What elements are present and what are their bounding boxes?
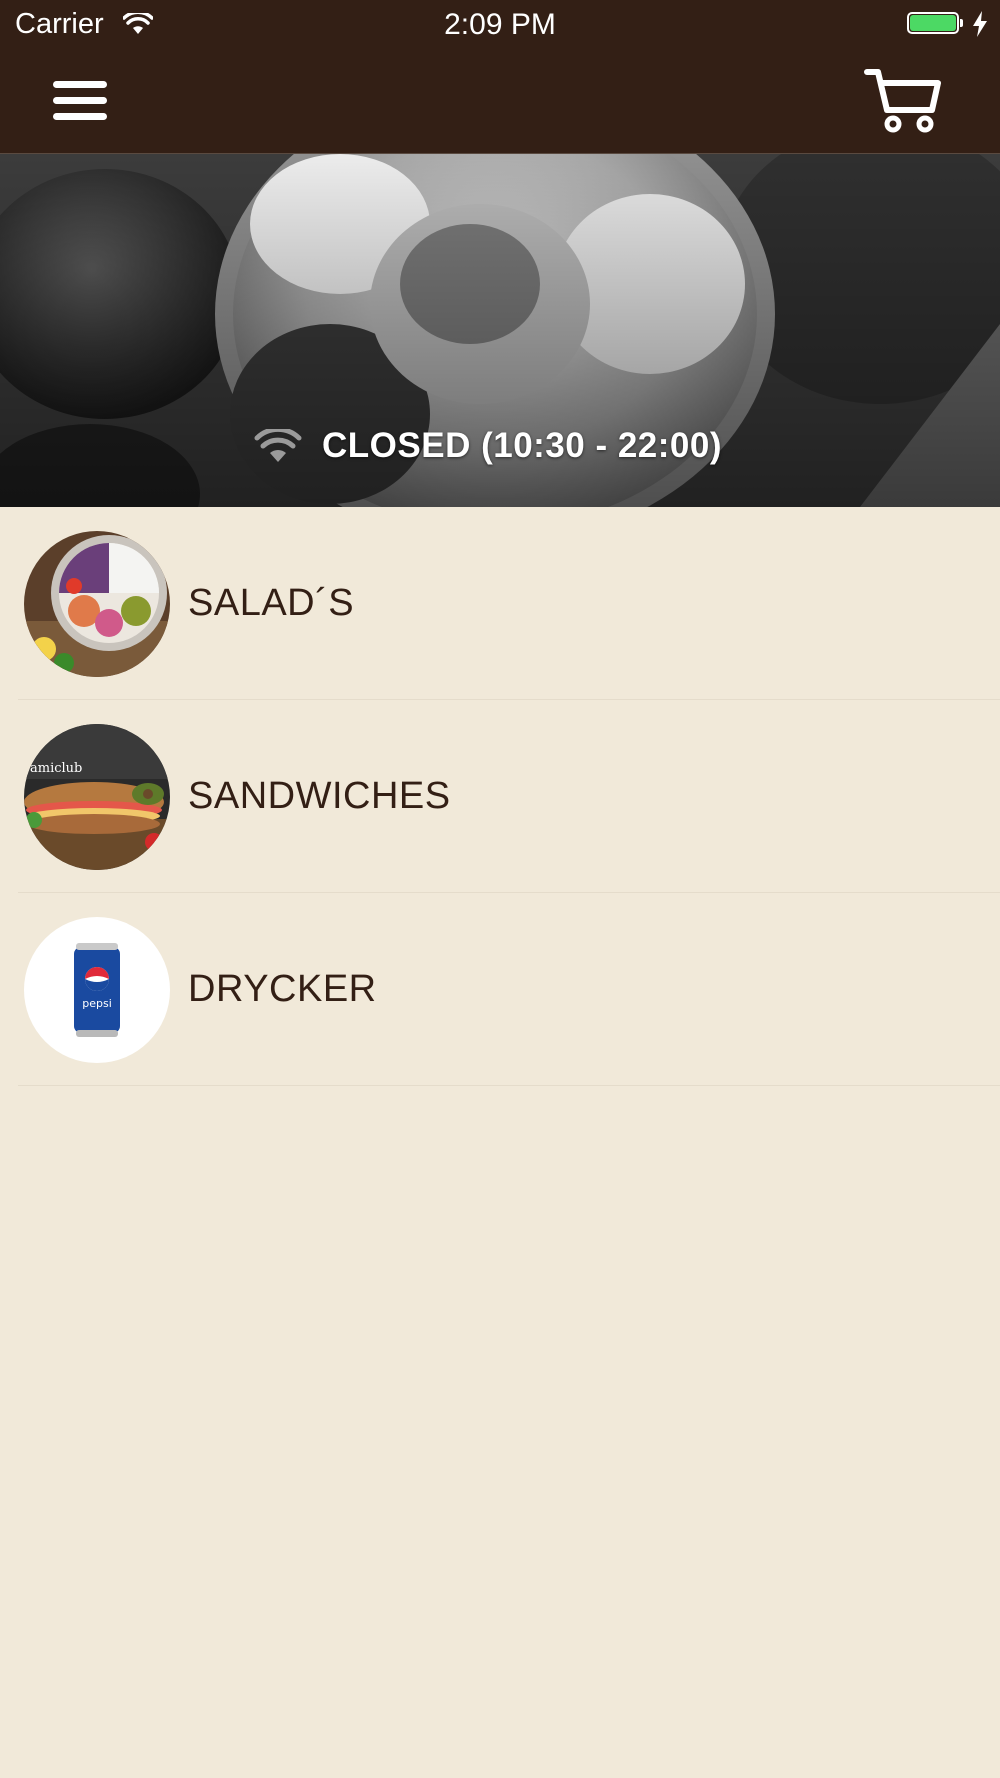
charging-bolt-icon xyxy=(973,11,987,37)
category-row-salads[interactable]: SALAD´S xyxy=(18,507,1000,700)
category-label: SANDWICHES xyxy=(188,775,451,817)
navigation-bar xyxy=(0,50,1000,154)
category-label: SALAD´S xyxy=(188,582,355,624)
salad-bowl-photo xyxy=(24,531,170,677)
category-row-sandwiches[interactable]: amiclub SANDWICHES xyxy=(18,700,1000,893)
opening-hours-status: CLOSED (10:30 - 22:00) xyxy=(322,426,723,465)
wifi-icon xyxy=(254,429,302,462)
hero-banner: CLOSED (10:30 - 22:00) xyxy=(0,154,1000,507)
store-status: CLOSED (10:30 - 22:00) xyxy=(254,418,722,474)
svg-text:amiclub: amiclub xyxy=(30,761,82,776)
shopping-cart-icon[interactable] xyxy=(862,66,942,136)
category-label: DRYCKER xyxy=(188,968,377,1010)
sandwich-photo: amiclub xyxy=(24,724,170,870)
battery-icon xyxy=(907,12,965,36)
hamburger-menu-icon[interactable] xyxy=(50,79,110,125)
category-row-drinks[interactable]: pepsi DRYCKER xyxy=(18,893,1000,1086)
clock: 2:09 PM xyxy=(444,8,556,41)
status-bar: Carrier 2:09 PM xyxy=(0,0,1000,50)
category-list: SALAD´S amiclub SANDWICHES pepsi DRYCKER xyxy=(0,507,1000,1086)
pepsi-can-photo: pepsi xyxy=(24,917,170,1063)
svg-text:pepsi: pepsi xyxy=(82,997,112,1010)
